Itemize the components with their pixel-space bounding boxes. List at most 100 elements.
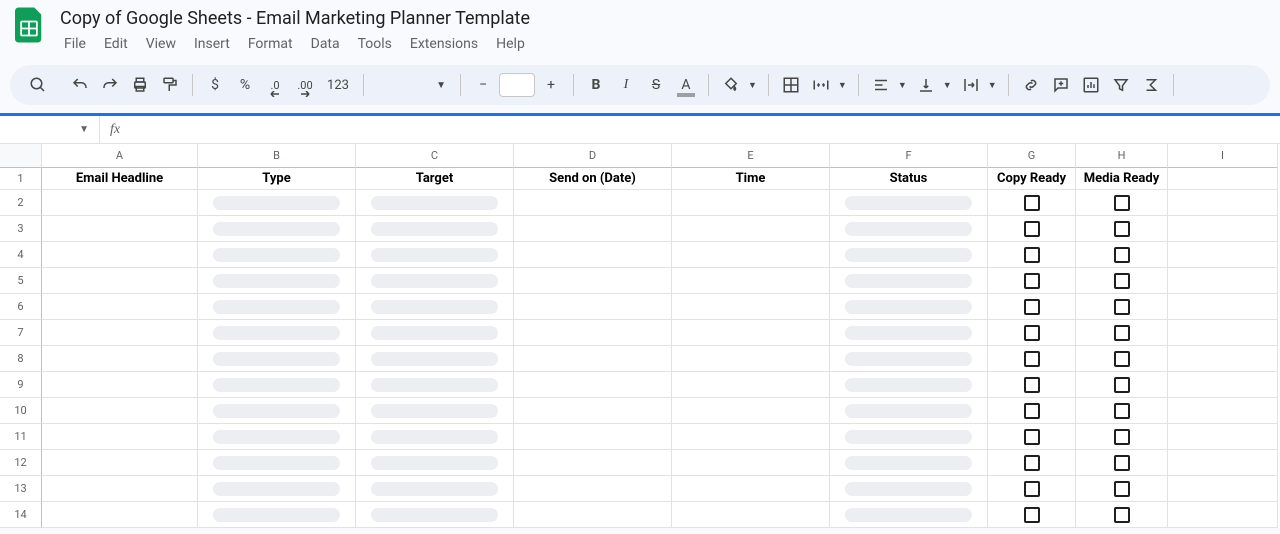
menu-help[interactable]: Help <box>488 33 533 55</box>
undo-icon[interactable] <box>66 71 94 99</box>
checkbox[interactable] <box>1024 195 1040 211</box>
checkbox[interactable] <box>1114 247 1130 263</box>
insert-chart-button[interactable] <box>1077 71 1105 99</box>
menu-extensions[interactable]: Extensions <box>402 33 486 55</box>
cell-I11[interactable] <box>1168 424 1278 450</box>
checkbox[interactable] <box>1114 455 1130 471</box>
paint-format-icon[interactable] <box>156 71 184 99</box>
cell-E13[interactable] <box>672 476 830 502</box>
dropdown-chip[interactable] <box>371 430 498 444</box>
checkbox[interactable] <box>1114 481 1130 497</box>
cell-D13[interactable] <box>514 476 672 502</box>
strikethrough-button[interactable]: S <box>642 71 670 99</box>
dropdown-chip[interactable] <box>371 352 498 366</box>
column-header-D[interactable]: D <box>514 144 672 168</box>
checkbox[interactable] <box>1024 299 1040 315</box>
vertical-align-button[interactable] <box>912 71 940 99</box>
row-header-11[interactable]: 11 <box>0 424 42 450</box>
cell-F11[interactable] <box>830 424 988 450</box>
cell-E6[interactable] <box>672 294 830 320</box>
cell-F6[interactable] <box>830 294 988 320</box>
cell-F14[interactable] <box>830 502 988 528</box>
column-header-A[interactable]: A <box>42 144 198 168</box>
dropdown-chip[interactable] <box>213 352 340 366</box>
row-header-9[interactable]: 9 <box>0 372 42 398</box>
filter-button[interactable] <box>1107 71 1135 99</box>
cell-I4[interactable] <box>1168 242 1278 268</box>
cell-B12[interactable] <box>198 450 356 476</box>
cell-I14[interactable] <box>1168 502 1278 528</box>
select-all-corner[interactable] <box>0 144 42 168</box>
format-currency-button[interactable]: $ <box>201 71 229 99</box>
cell-G5[interactable] <box>988 268 1076 294</box>
checkbox[interactable] <box>1024 273 1040 289</box>
wrap-caret[interactable]: ▼ <box>985 80 1000 91</box>
cell-A13[interactable] <box>42 476 198 502</box>
dropdown-chip[interactable] <box>845 352 972 366</box>
cell-G8[interactable] <box>988 346 1076 372</box>
functions-button[interactable] <box>1137 71 1165 99</box>
dropdown-chip[interactable] <box>371 326 498 340</box>
row-header-3[interactable]: 3 <box>0 216 42 242</box>
dropdown-chip[interactable] <box>213 508 340 522</box>
increase-font-button[interactable]: + <box>537 71 565 99</box>
menu-tools[interactable]: Tools <box>350 33 400 55</box>
dropdown-chip[interactable] <box>845 482 972 496</box>
cell-D4[interactable] <box>514 242 672 268</box>
search-icon[interactable] <box>24 71 52 99</box>
dropdown-chip[interactable] <box>213 404 340 418</box>
dropdown-chip[interactable] <box>213 326 340 340</box>
cell-F12[interactable] <box>830 450 988 476</box>
cell-H12[interactable] <box>1076 450 1168 476</box>
cell-E10[interactable] <box>672 398 830 424</box>
checkbox[interactable] <box>1024 351 1040 367</box>
name-box[interactable]: ▼ <box>0 116 100 143</box>
cell-G2[interactable] <box>988 190 1076 216</box>
redo-icon[interactable] <box>96 71 124 99</box>
dropdown-chip[interactable] <box>845 378 972 392</box>
cell-G3[interactable] <box>988 216 1076 242</box>
cell-D1[interactable]: Send on (Date) <box>514 168 672 190</box>
dropdown-chip[interactable] <box>371 456 498 470</box>
column-header-B[interactable]: B <box>198 144 356 168</box>
cell-B11[interactable] <box>198 424 356 450</box>
italic-button[interactable]: I <box>612 71 640 99</box>
dropdown-chip[interactable] <box>371 508 498 522</box>
dropdown-chip[interactable] <box>845 222 972 236</box>
cell-C10[interactable] <box>356 398 514 424</box>
checkbox[interactable] <box>1024 247 1040 263</box>
cell-E9[interactable] <box>672 372 830 398</box>
cell-G12[interactable] <box>988 450 1076 476</box>
decrease-decimal-button[interactable]: .0 <box>261 71 289 99</box>
increase-decimal-button[interactable]: .00 <box>291 71 319 99</box>
cell-I3[interactable] <box>1168 216 1278 242</box>
menu-edit[interactable]: Edit <box>96 33 136 55</box>
cell-G6[interactable] <box>988 294 1076 320</box>
column-header-H[interactable]: H <box>1076 144 1168 168</box>
cell-B13[interactable] <box>198 476 356 502</box>
dropdown-chip[interactable] <box>213 456 340 470</box>
row-header-2[interactable]: 2 <box>0 190 42 216</box>
format-percent-button[interactable]: % <box>231 71 259 99</box>
menu-file[interactable]: File <box>56 33 94 55</box>
dropdown-chip[interactable] <box>213 482 340 496</box>
cell-H5[interactable] <box>1076 268 1168 294</box>
row-header-4[interactable]: 4 <box>0 242 42 268</box>
cell-C9[interactable] <box>356 372 514 398</box>
cell-I2[interactable] <box>1168 190 1278 216</box>
text-color-button[interactable]: A <box>672 71 700 99</box>
column-header-E[interactable]: E <box>672 144 830 168</box>
more-formats-button[interactable]: 123 <box>321 71 355 99</box>
checkbox[interactable] <box>1024 481 1040 497</box>
dropdown-chip[interactable] <box>213 378 340 392</box>
dropdown-chip[interactable] <box>845 326 972 340</box>
cell-H7[interactable] <box>1076 320 1168 346</box>
column-header-I[interactable]: I <box>1168 144 1278 168</box>
cell-G10[interactable] <box>988 398 1076 424</box>
dropdown-chip[interactable] <box>213 248 340 262</box>
cell-G4[interactable] <box>988 242 1076 268</box>
checkbox[interactable] <box>1114 299 1130 315</box>
text-wrap-button[interactable] <box>957 71 985 99</box>
cell-C3[interactable] <box>356 216 514 242</box>
cell-A1[interactable]: Email Headline <box>42 168 198 190</box>
